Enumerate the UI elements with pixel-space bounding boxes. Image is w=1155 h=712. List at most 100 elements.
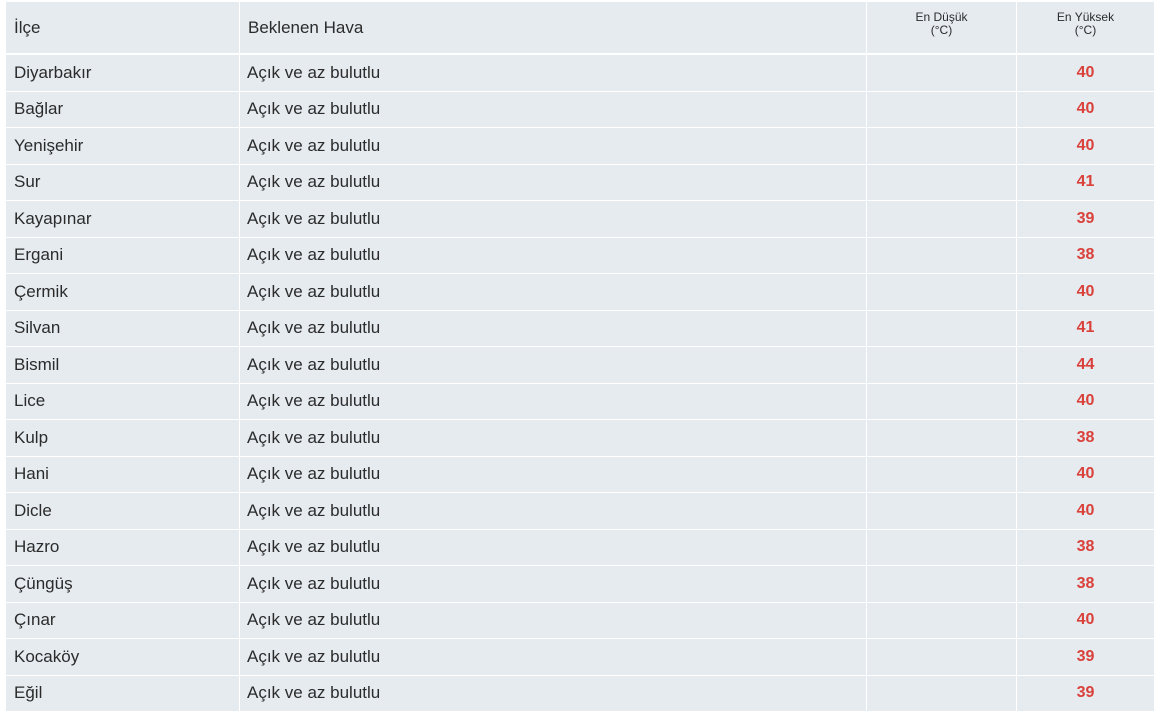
district-cell: Sur [6, 165, 240, 202]
district-cell: Çüngüş [6, 566, 240, 603]
max-temp-cell: 41 [1017, 311, 1154, 348]
table-row: KayapınarAçık ve az bulutlu 39 [6, 201, 1154, 238]
district-cell: Kayapınar [6, 201, 240, 238]
min-temp-cell [867, 603, 1017, 640]
min-temp-cell [867, 420, 1017, 457]
header-max-temp: En Yüksek (°C) [1017, 2, 1154, 55]
max-temp-cell: 44 [1017, 347, 1154, 384]
min-temp-cell [867, 457, 1017, 494]
table-row: DiyarbakırAçık ve az bulutlu 40 [6, 55, 1154, 92]
max-temp-cell: 41 [1017, 165, 1154, 202]
district-cell: Eğil [6, 676, 240, 712]
district-cell: Çınar [6, 603, 240, 640]
min-temp-cell [867, 566, 1017, 603]
district-cell: Diyarbakır [6, 55, 240, 92]
min-temp-cell [867, 92, 1017, 129]
min-temp-cell [867, 165, 1017, 202]
table-row: ErganiAçık ve az bulutlu 38 [6, 238, 1154, 275]
max-temp-cell: 40 [1017, 384, 1154, 421]
weather-cell: Açık ve az bulutlu [240, 457, 867, 494]
max-temp-cell: 38 [1017, 566, 1154, 603]
header-min-temp-unit: (°C) [867, 24, 1016, 37]
min-temp-cell [867, 238, 1017, 275]
max-temp-cell: 40 [1017, 603, 1154, 640]
min-temp-cell [867, 311, 1017, 348]
table-row: ÇermikAçık ve az bulutlu 40 [6, 274, 1154, 311]
max-temp-cell: 38 [1017, 420, 1154, 457]
weather-forecast-table: İlçe Beklenen Hava En Düşük (°C) En Yüks… [6, 2, 1154, 712]
table-row: HaniAçık ve az bulutlu 40 [6, 457, 1154, 494]
district-cell: Bağlar [6, 92, 240, 129]
district-cell: Lice [6, 384, 240, 421]
weather-cell: Açık ve az bulutlu [240, 55, 867, 92]
table-row: DicleAçık ve az bulutlu40 [6, 493, 1154, 530]
table-header: İlçe Beklenen Hava En Düşük (°C) En Yüks… [6, 2, 1154, 55]
max-temp-cell: 38 [1017, 238, 1154, 275]
weather-cell: Açık ve az bulutlu [240, 92, 867, 129]
table-row: BağlarAçık ve az bulutlu 40 [6, 92, 1154, 129]
table-row: ÇınarAçık ve az bulutlu 40 [6, 603, 1154, 640]
weather-forecast-table-container: İlçe Beklenen Hava En Düşük (°C) En Yüks… [6, 2, 1154, 712]
max-temp-cell: 40 [1017, 493, 1154, 530]
district-cell: Kocaköy [6, 639, 240, 676]
table-row: HazroAçık ve az bulutlu 38 [6, 530, 1154, 567]
weather-cell: Açık ve az bulutlu [240, 384, 867, 421]
header-row: İlçe Beklenen Hava En Düşük (°C) En Yüks… [6, 2, 1154, 55]
district-cell: Dicle [6, 493, 240, 530]
weather-cell: Açık ve az bulutlu [240, 311, 867, 348]
table-row: KocaköyAçık ve az bulutlu 39 [6, 639, 1154, 676]
max-temp-cell: 38 [1017, 530, 1154, 567]
weather-cell: Açık ve az bulutlu [240, 530, 867, 567]
max-temp-cell: 40 [1017, 457, 1154, 494]
weather-cell: Açık ve az bulutlu [240, 420, 867, 457]
table-row: KulpAçık ve az bulutlu 38 [6, 420, 1154, 457]
header-weather: Beklenen Hava [240, 2, 867, 55]
max-temp-cell: 39 [1017, 676, 1154, 712]
weather-cell: Açık ve az bulutlu [240, 201, 867, 238]
header-max-temp-unit: (°C) [1017, 24, 1154, 37]
table-row: EğilAçık ve az bulutlu 39 [6, 676, 1154, 712]
district-cell: Hani [6, 457, 240, 494]
table-body: DiyarbakırAçık ve az bulutlu40BağlarAçık… [6, 55, 1154, 712]
weather-cell: Açık ve az bulutlu [240, 603, 867, 640]
min-temp-cell [867, 639, 1017, 676]
weather-cell: Açık ve az bulutlu [240, 128, 867, 165]
min-temp-cell [867, 201, 1017, 238]
weather-cell: Açık ve az bulutlu [240, 676, 867, 712]
weather-cell: Açık ve az bulutlu [240, 639, 867, 676]
min-temp-cell [867, 676, 1017, 712]
max-temp-cell: 40 [1017, 274, 1154, 311]
max-temp-cell: 40 [1017, 92, 1154, 129]
district-cell: Ergani [6, 238, 240, 275]
weather-cell: Açık ve az bulutlu [240, 347, 867, 384]
table-row: YenişehirAçık ve az bulutlu 40 [6, 128, 1154, 165]
min-temp-cell [867, 274, 1017, 311]
table-row: LiceAçık ve az bulutlu 40 [6, 384, 1154, 421]
weather-cell: Açık ve az bulutlu [240, 566, 867, 603]
header-min-temp: En Düşük (°C) [867, 2, 1017, 55]
weather-cell: Açık ve az bulutlu [240, 274, 867, 311]
weather-cell: Açık ve az bulutlu [240, 238, 867, 275]
table-row: BismilAçık ve az bulutlu 44 [6, 347, 1154, 384]
district-cell: Çermik [6, 274, 240, 311]
min-temp-cell [867, 347, 1017, 384]
min-temp-cell [867, 384, 1017, 421]
max-temp-cell: 39 [1017, 201, 1154, 238]
min-temp-cell [867, 530, 1017, 567]
max-temp-cell: 40 [1017, 55, 1154, 92]
table-row: ÇüngüşAçık ve az bulutlu 38 [6, 566, 1154, 603]
table-row: SurAçık ve az bulutlu 41 [6, 165, 1154, 202]
min-temp-cell [867, 493, 1017, 530]
table-row: SilvanAçık ve az bulutlu 41 [6, 311, 1154, 348]
district-cell: Hazro [6, 530, 240, 567]
max-temp-cell: 39 [1017, 639, 1154, 676]
weather-cell: Açık ve az bulutlu [240, 165, 867, 202]
min-temp-cell [867, 128, 1017, 165]
header-district: İlçe [6, 2, 240, 55]
max-temp-cell: 40 [1017, 128, 1154, 165]
district-cell: Bismil [6, 347, 240, 384]
district-cell: Yenişehir [6, 128, 240, 165]
min-temp-cell [867, 55, 1017, 92]
district-cell: Kulp [6, 420, 240, 457]
district-cell: Silvan [6, 311, 240, 348]
